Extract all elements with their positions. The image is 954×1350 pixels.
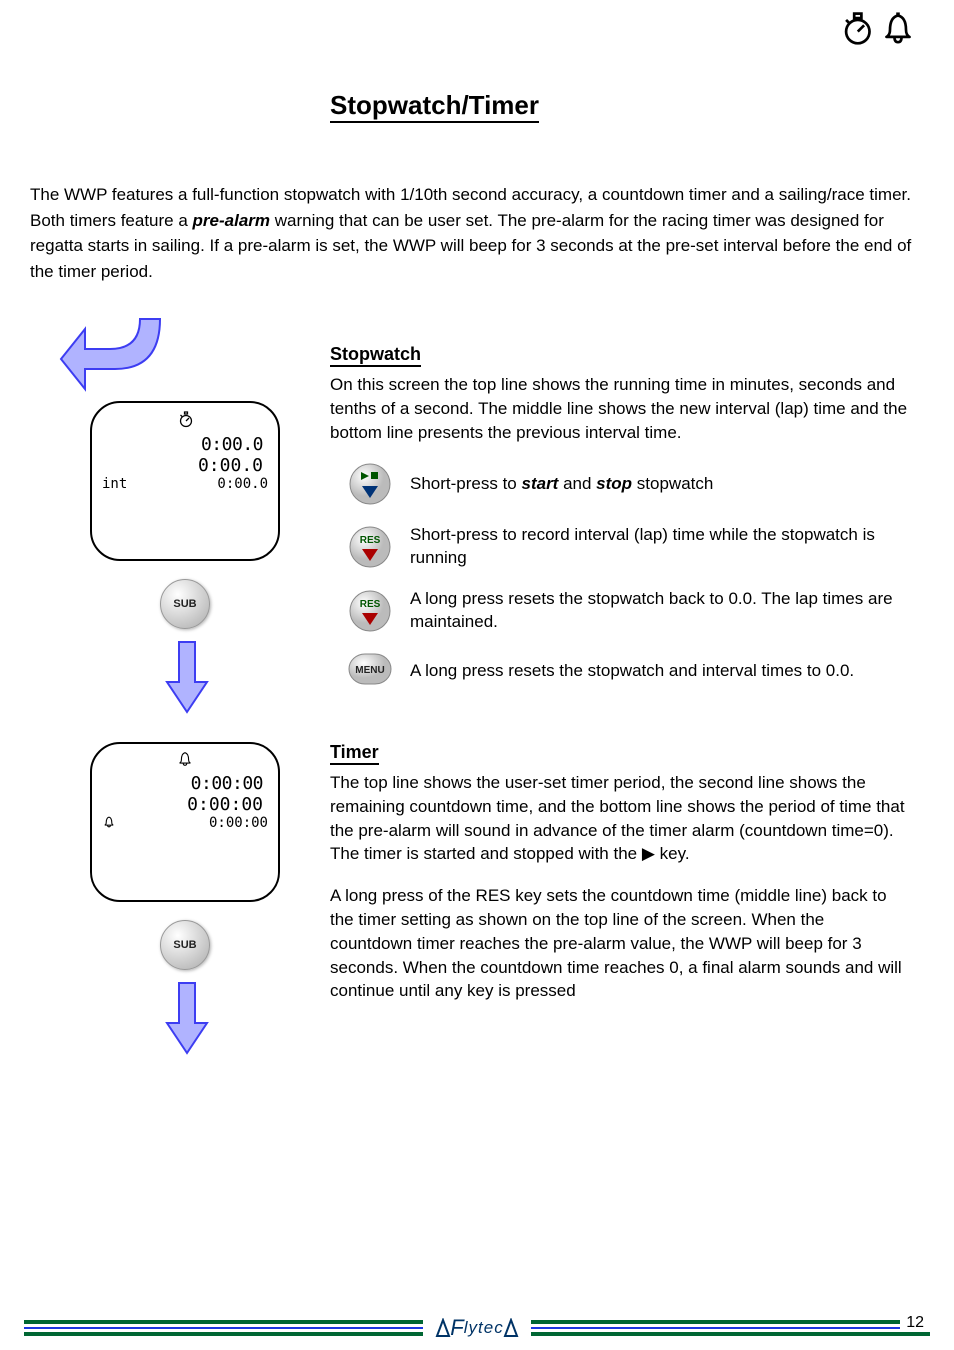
txt-part: stopwatch: [632, 474, 713, 493]
stop-word: stop: [596, 474, 632, 493]
txt-part: and: [558, 474, 596, 493]
page-footer: Flytec 12: [24, 1320, 930, 1336]
stopwatch-icon: [838, 10, 874, 46]
start-word: start: [522, 474, 559, 493]
arrow-down-icon: [162, 637, 212, 717]
svg-text:MENU: MENU: [355, 665, 384, 676]
svg-text:RES: RES: [360, 599, 381, 610]
timer-prealarm-value: 0:00:00: [209, 815, 268, 833]
bell-small-icon: [102, 750, 268, 773]
txt-part: Short-press to: [410, 474, 522, 493]
lap-instruction: Short-press to record interval (lap) tim…: [410, 524, 909, 570]
return-arrow-icon: [55, 304, 175, 404]
reset-instruction: A long press resets the stopwatch back t…: [410, 588, 909, 634]
sub-button[interactable]: SUB: [160, 579, 210, 629]
svg-text:RES: RES: [360, 535, 381, 546]
res-button-icon[interactable]: RES: [348, 589, 392, 633]
timer-screen: 0:00:00 0:00:00 0:00:00: [90, 742, 280, 902]
stopwatch-prev-lap: 0:00.0: [217, 476, 268, 492]
timer-countdown: 0:00:00: [102, 794, 268, 815]
menu-reset-instruction: A long press resets the stopwatch and in…: [410, 660, 909, 683]
prealarm-bell-icon: [102, 815, 116, 833]
intro-paragraph: The WWP features a full-function stopwat…: [30, 182, 924, 284]
stopwatch-time: 0:00.0: [102, 434, 268, 455]
timer-desc-2: A long press of the RES key sets the cou…: [330, 884, 909, 1003]
sub-button[interactable]: SUB: [160, 920, 210, 970]
res-button-icon[interactable]: RES: [348, 525, 392, 569]
start-stop-instruction: Short-press to start and stop stopwatch: [410, 473, 909, 496]
bell-icon: [882, 10, 914, 46]
play-stop-button-icon[interactable]: [348, 462, 392, 506]
page-title: Stopwatch/Timer: [330, 90, 539, 123]
stopwatch-screen: 0:00.0 0:00.0 int 0:00.0: [90, 401, 280, 561]
timer-heading: Timer: [330, 742, 379, 765]
stopwatch-heading: Stopwatch: [330, 344, 421, 367]
brand-logo: Flytec: [423, 1315, 530, 1341]
menu-button-icon[interactable]: MENU: [347, 652, 393, 690]
timer-desc: The top line shows the user-set timer pe…: [330, 771, 909, 866]
stopwatch-small-icon: [102, 409, 268, 434]
pre-alarm-text: pre-alarm: [193, 211, 270, 230]
arrow-down-icon: [162, 978, 212, 1058]
stopwatch-desc: On this screen the top line shows the ru…: [330, 373, 909, 444]
stopwatch-int-label: int: [102, 476, 127, 492]
stopwatch-lap: 0:00.0: [102, 455, 268, 476]
page-number: 12: [900, 1314, 930, 1332]
timer-period: 0:00:00: [102, 773, 268, 794]
header-icons: [838, 10, 914, 46]
